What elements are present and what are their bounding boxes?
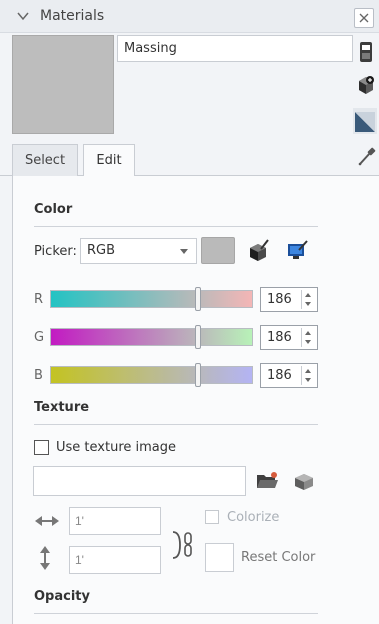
tab-select[interactable]: Select xyxy=(12,144,78,176)
use-texture-label[interactable]: Use texture image xyxy=(56,440,176,455)
panel-title-bar[interactable]: Materials xyxy=(0,0,379,33)
default-material-triangle-icon xyxy=(355,112,375,132)
channel-g-label: G xyxy=(34,330,45,345)
channel-r-slider[interactable] xyxy=(50,290,253,308)
channel-g-spin-buttons[interactable] xyxy=(301,328,315,347)
color-section-divider xyxy=(34,226,318,227)
material-secondary-icon[interactable] xyxy=(356,40,376,64)
channel-b-slider-thumb[interactable] xyxy=(195,363,202,387)
channel-r-label: R xyxy=(34,292,44,307)
material-preview-swatch xyxy=(12,35,114,134)
channel-g-slider-thumb[interactable] xyxy=(195,325,202,349)
reset-color-label[interactable]: Reset Color xyxy=(241,550,315,565)
color-section-label: Color xyxy=(34,202,73,217)
chain-link-icon[interactable] xyxy=(170,528,196,562)
chevron-down-icon[interactable] xyxy=(16,9,30,23)
edit-texture-icon[interactable] xyxy=(293,470,315,492)
create-material-icon[interactable] xyxy=(356,73,376,97)
texture-height-input[interactable] xyxy=(69,546,161,574)
colorize-label: Colorize xyxy=(227,510,280,525)
tab-edit[interactable]: Edit xyxy=(83,144,135,177)
picker-label: Picker: xyxy=(34,244,77,259)
channel-b-spin-buttons[interactable] xyxy=(301,366,315,385)
default-material-button[interactable] xyxy=(353,108,377,134)
opacity-section-label: Opacity xyxy=(34,589,90,604)
colorize-checkbox[interactable] xyxy=(205,510,219,524)
vertical-arrows-icon xyxy=(40,546,50,570)
channel-g-slider[interactable] xyxy=(50,328,253,346)
channel-r-slider-thumb[interactable] xyxy=(195,287,202,311)
texture-width-input[interactable] xyxy=(69,507,161,535)
channel-r-value: 186 xyxy=(267,292,292,307)
material-name-input[interactable] xyxy=(117,35,353,62)
channel-b-label: B xyxy=(34,368,43,383)
color-swatch[interactable] xyxy=(201,237,235,264)
channel-g-value: 186 xyxy=(267,330,292,345)
dropdown-arrow-icon xyxy=(180,249,188,254)
picker-dropdown[interactable]: RGB xyxy=(80,238,197,264)
eyedropper-icon[interactable] xyxy=(357,145,377,167)
match-screen-color-icon[interactable] xyxy=(286,238,310,262)
folder-open-icon[interactable] xyxy=(255,470,279,492)
channel-b-slider[interactable] xyxy=(50,366,253,384)
use-texture-checkbox[interactable] xyxy=(34,440,49,455)
channel-g-spinbox[interactable]: 186 xyxy=(260,325,318,350)
panel-title: Materials xyxy=(40,8,105,24)
texture-section-divider xyxy=(34,424,318,425)
channel-r-spin-buttons[interactable] xyxy=(301,290,315,309)
channel-b-spinbox[interactable]: 186 xyxy=(260,363,318,388)
texture-path-field[interactable] xyxy=(33,466,246,496)
picker-dropdown-value: RGB xyxy=(87,243,116,258)
close-icon xyxy=(359,13,369,23)
opacity-section-divider xyxy=(34,613,318,614)
texture-section-label: Texture xyxy=(34,400,90,415)
horizontal-arrows-icon xyxy=(35,516,59,526)
tab-bar: Select Edit xyxy=(0,140,379,177)
close-button[interactable] xyxy=(354,8,374,28)
match-model-color-icon[interactable] xyxy=(247,238,271,262)
reset-color-swatch[interactable] xyxy=(205,543,234,572)
channel-r-spinbox[interactable]: 186 xyxy=(260,287,318,312)
channel-b-value: 186 xyxy=(267,368,292,383)
